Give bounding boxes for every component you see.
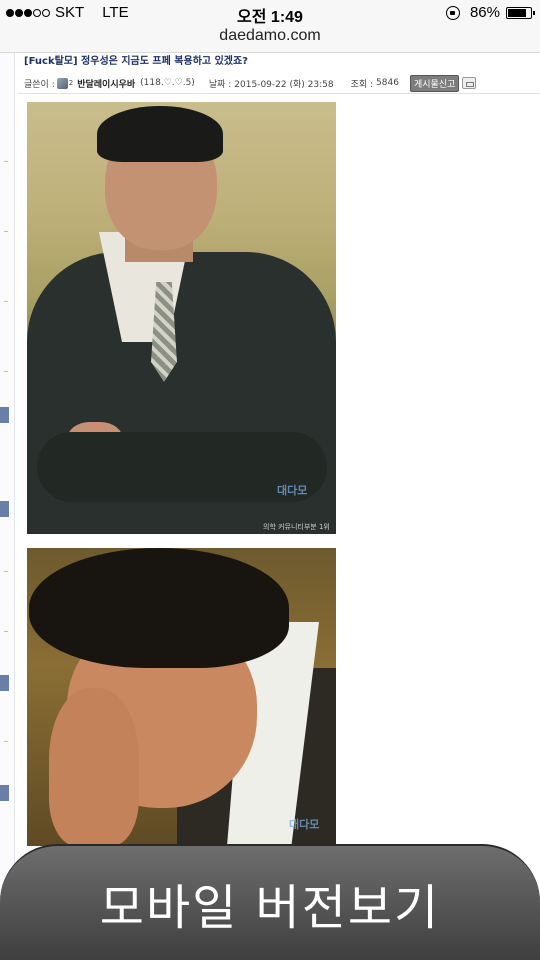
watermark-caption: 의학 커뮤니티부분 1위 [263, 523, 330, 531]
watermark-logo: 대다모 [289, 818, 320, 831]
print-icon[interactable] [462, 77, 477, 89]
rail-tick [4, 371, 8, 372]
watermark-logo: 대다모 [277, 484, 308, 497]
mobile-version-button[interactable]: 모바일 버전보기 [0, 844, 540, 960]
status-bar: SKT LTE 오전 1:49 86% [0, 0, 540, 26]
post-title[interactable]: [Fuck탈모] 정우성은 지금도 프페 복용하고 있겠죠? [24, 52, 248, 67]
rail-tick [4, 741, 8, 742]
post-photo-2: 대다모 [27, 548, 336, 846]
rail-tick [4, 631, 8, 632]
header-divider [18, 93, 540, 94]
rail-marker[interactable] [0, 675, 9, 691]
rail-tick [4, 571, 8, 572]
member-level-icon [56, 77, 68, 89]
post-date: 2015-09-22 (화) 23:58 [234, 79, 334, 90]
post-meta: 글쓴이 : 2 반달레이시우바 (118.♡.♡.5) 날짜 : 2015-09… [24, 74, 477, 92]
url-bar[interactable]: daedamo.com [0, 26, 540, 53]
rail-marker[interactable] [0, 501, 9, 517]
rail-marker[interactable] [0, 407, 9, 423]
view-count: 5846 [376, 78, 399, 88]
author-label: 글쓴이 : [24, 79, 55, 90]
date-label: 날짜 : [208, 79, 232, 90]
left-sidebar-rail [0, 53, 15, 960]
battery-icon [506, 6, 535, 19]
rail-marker[interactable] [0, 785, 9, 801]
report-post-button[interactable]: 게시물신고 [409, 74, 460, 92]
rail-tick [4, 231, 8, 232]
views-label: 조회 : [350, 79, 374, 90]
rotation-lock-icon [445, 5, 460, 20]
rail-tick [4, 161, 8, 162]
post-photo-1: 대다모 의학 커뮤니티부분 1위 [27, 102, 336, 534]
status-right: 86% [445, 4, 535, 21]
level-badge: 2 [68, 79, 74, 87]
battery-percent: 86% [469, 4, 500, 21]
rail-tick [4, 301, 8, 302]
author-ip: (118.♡.♡.5) [140, 78, 195, 88]
author-name[interactable]: 반달레이시우바 [77, 77, 135, 90]
